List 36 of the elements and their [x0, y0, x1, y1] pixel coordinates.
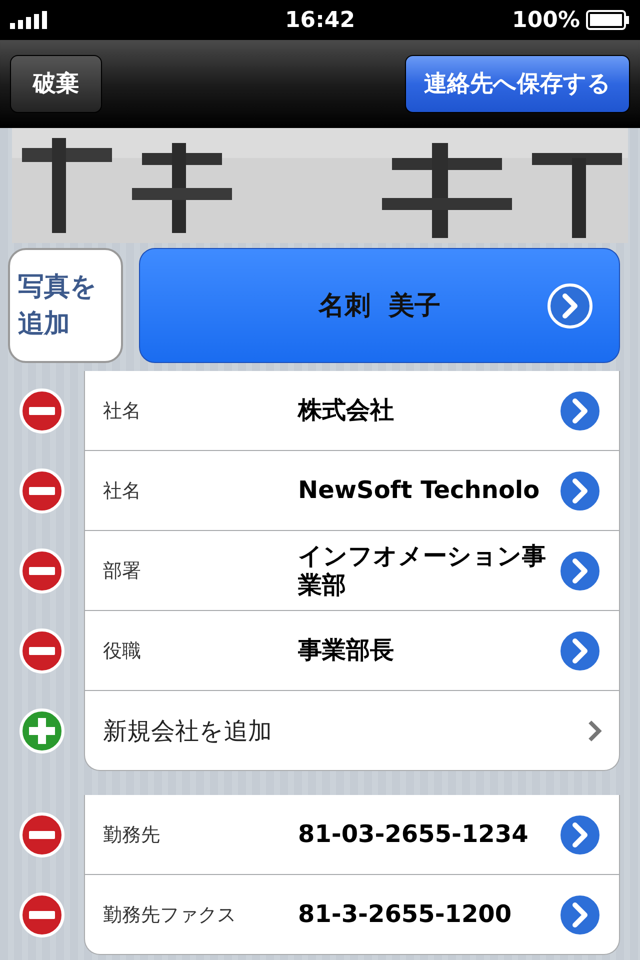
name-button[interactable]: 名刺 美子 — [139, 248, 620, 363]
field-value: 81-3-2655-1200 — [298, 900, 513, 929]
field-label: 勤務先ファクス — [103, 902, 237, 928]
field-label: 社名 — [103, 398, 142, 424]
field-label: 勤務先 — [103, 822, 161, 848]
field-row[interactable]: 役職 事業部長 — [84, 611, 620, 691]
field-value: 事業部長 — [298, 636, 395, 665]
remove-icon[interactable] — [19, 628, 65, 674]
add-icon[interactable] — [19, 708, 65, 754]
field-value: 株式会社 — [298, 396, 395, 425]
remove-icon[interactable] — [19, 812, 65, 858]
field-row[interactable]: 社名 NewSoft Technolo — [84, 451, 620, 531]
add-company-row[interactable]: 新規会社を追加 — [84, 691, 620, 771]
field-row[interactable]: 社名 株式会社 — [84, 371, 620, 451]
field-value: NewSoft Technolo — [298, 476, 541, 505]
clock-time: 16:42 — [284, 8, 356, 32]
disclosure-icon[interactable] — [547, 283, 593, 329]
remove-icon[interactable] — [19, 388, 65, 434]
discard-button[interactable]: 破棄 — [10, 54, 102, 112]
signal-icon — [10, 11, 48, 29]
field-row[interactable]: 勤務先ファクス 81-3-2655-1200 — [84, 875, 620, 955]
field-row[interactable]: 勤務先 81-03-2655-1234 — [84, 795, 620, 875]
field-value: インフオメーション事業部 — [298, 542, 547, 600]
remove-icon[interactable] — [19, 892, 65, 938]
chevron-icon — [587, 718, 603, 742]
remove-icon[interactable] — [19, 548, 65, 594]
field-value: 81-03-2655-1234 — [298, 820, 530, 849]
field-row[interactable]: 部署 インフオメーション事業部 — [84, 531, 620, 611]
add-photo-button[interactable]: 写真を追加 — [8, 248, 123, 363]
save-to-contacts-button[interactable]: 連絡先へ保存する — [405, 54, 630, 112]
battery-icon — [586, 10, 630, 30]
remove-icon[interactable] — [19, 468, 65, 514]
battery-percent: 100% — [512, 8, 580, 32]
field-label: 部署 — [103, 558, 142, 584]
field-label: 社名 — [103, 478, 142, 504]
field-label: 役職 — [103, 638, 142, 664]
